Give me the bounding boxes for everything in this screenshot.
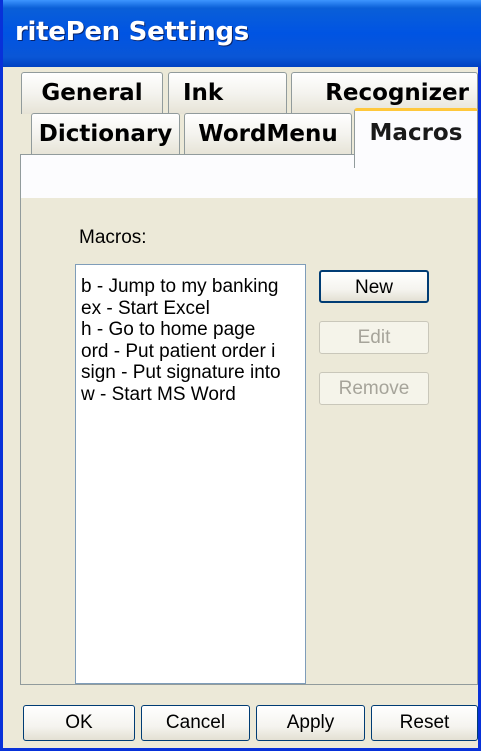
tab-wordmenu[interactable]: WordMenu — [184, 113, 352, 155]
list-item[interactable]: w - Start MS Word — [76, 384, 303, 406]
edit-macro-button[interactable]: Edit — [319, 321, 429, 354]
tab-macros-label: Macros — [369, 120, 463, 146]
remove-macro-button[interactable]: Remove — [319, 372, 429, 405]
tab-dictionary[interactable]: Dictionary — [31, 113, 180, 155]
tab-ink-label: Ink — [183, 80, 224, 106]
list-item[interactable]: ord - Put patient order i — [76, 341, 303, 363]
list-item[interactable]: h - Go to home page — [76, 319, 303, 341]
macros-list: b - Jump to my banking ex - Start Excel h … — [76, 265, 305, 405]
tab-macros[interactable]: Macros — [354, 108, 478, 168]
tab-wordmenu-label: WordMenu — [198, 121, 338, 147]
tab-ink[interactable]: Ink — [168, 72, 287, 114]
list-item[interactable]: ex - Start Excel — [76, 298, 303, 320]
macros-label: Macros: — [79, 227, 147, 248]
list-item[interactable]: b - Jump to my banking — [76, 276, 303, 298]
settings-window: ritePen Settings General Ink Recognizer … — [0, 0, 481, 751]
tab-general-label: General — [41, 80, 143, 106]
new-macro-button[interactable]: New — [319, 270, 429, 303]
apply-button[interactable]: Apply — [256, 705, 365, 741]
window-title: ritePen Settings — [15, 17, 249, 47]
tab-general[interactable]: General — [21, 72, 163, 114]
reset-button[interactable]: Reset — [371, 705, 478, 741]
tab-recognizer-label: Recognizer — [325, 80, 469, 106]
cancel-button[interactable]: Cancel — [141, 705, 250, 741]
ok-button[interactable]: OK — [23, 705, 135, 741]
list-item[interactable]: sign - Put signature into — [76, 362, 303, 384]
macros-listbox[interactable]: b - Jump to my banking ex - Start Excel h … — [75, 264, 306, 684]
title-bar[interactable]: ritePen Settings — [3, 0, 481, 67]
tab-dictionary-label: Dictionary — [38, 121, 173, 147]
